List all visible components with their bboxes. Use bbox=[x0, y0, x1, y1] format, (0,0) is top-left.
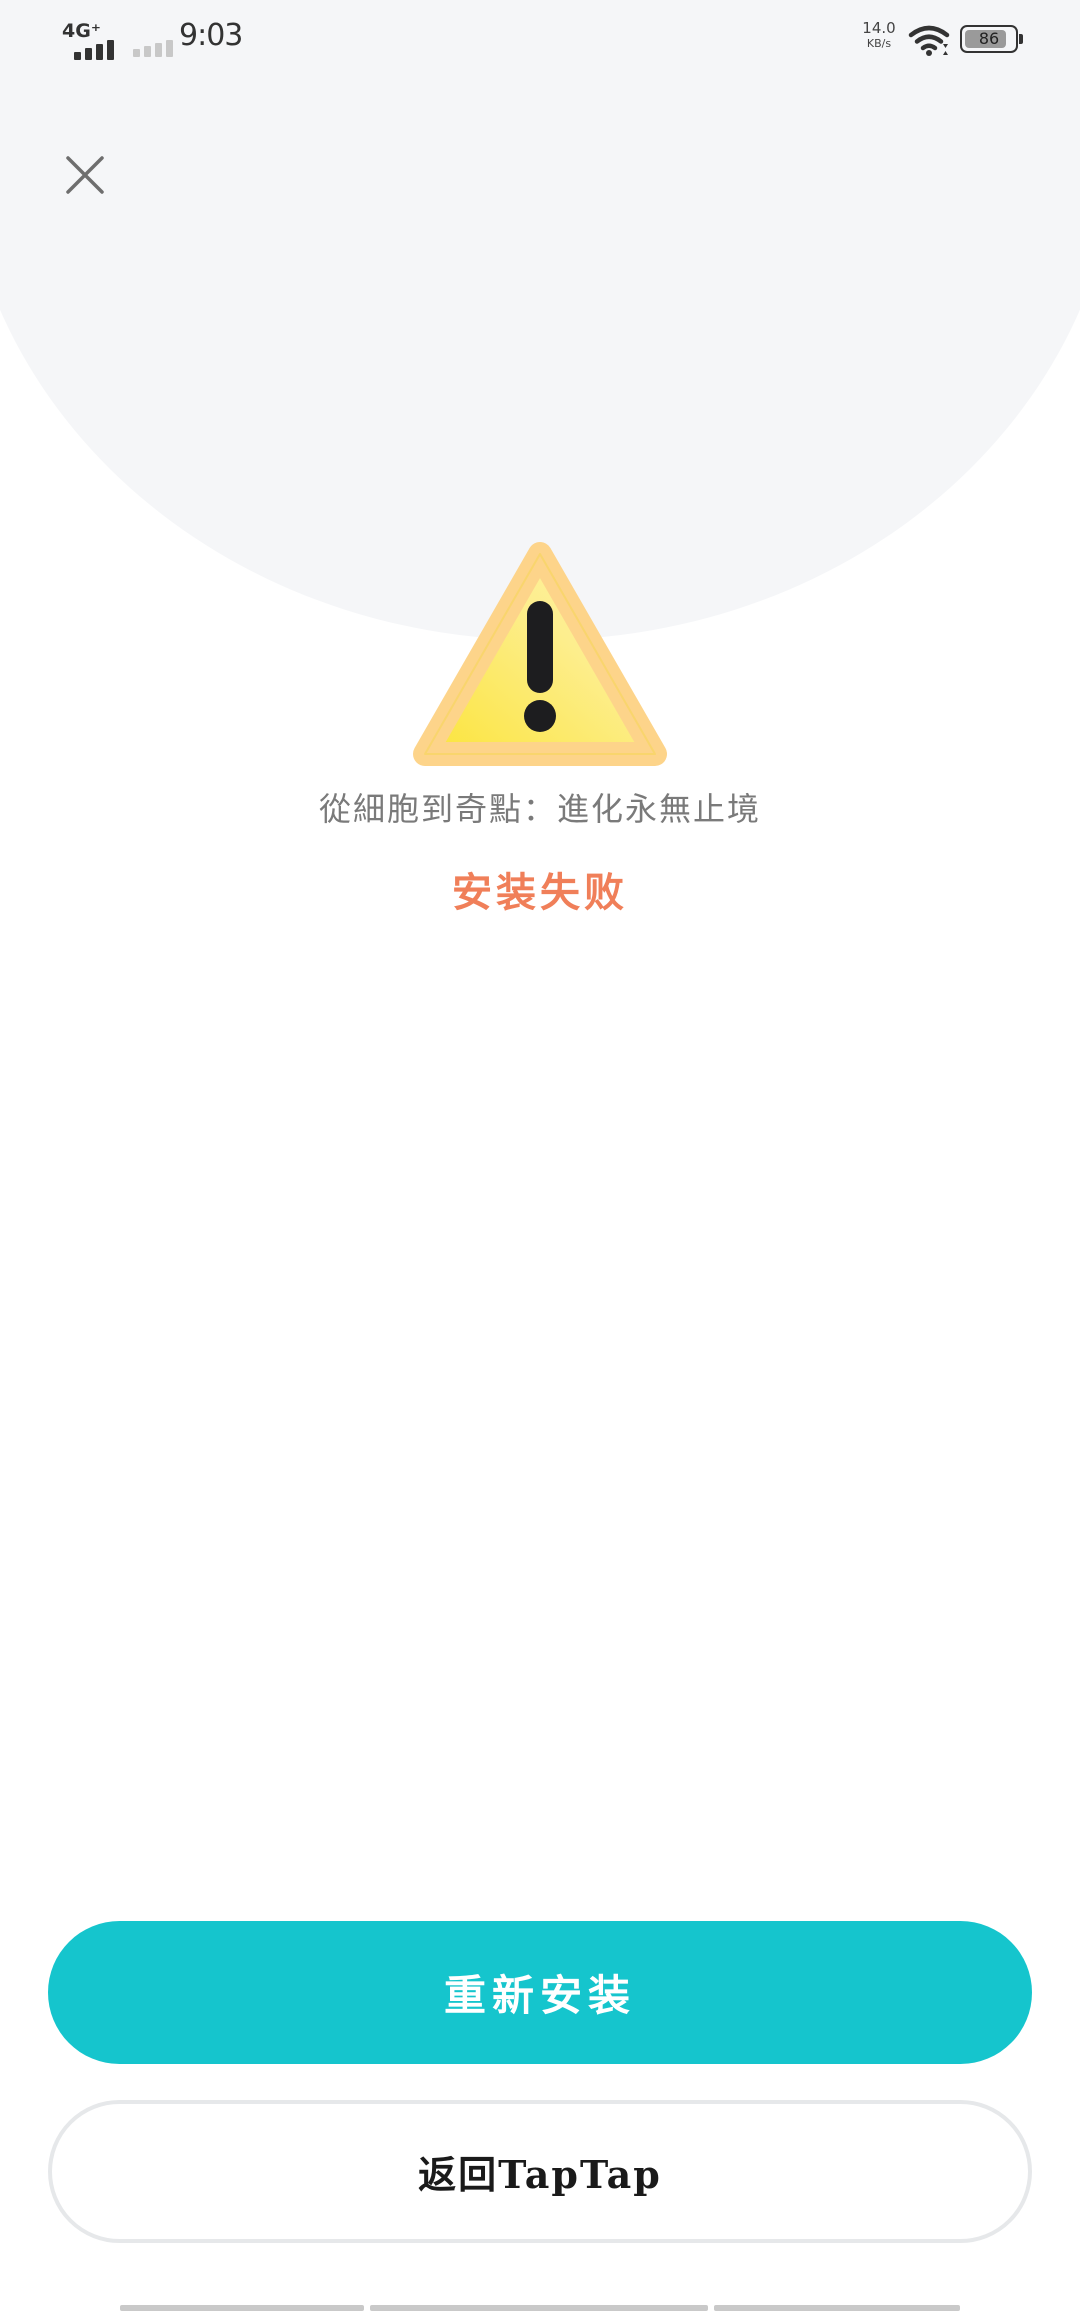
close-icon[interactable] bbox=[60, 150, 110, 200]
reinstall-button[interactable]: 重新安装 bbox=[48, 1921, 1032, 2064]
network-speed: 14.0 KB/s bbox=[862, 20, 896, 52]
nav-segment bbox=[120, 2305, 364, 2311]
network-speed-unit: KB/s bbox=[866, 37, 892, 50]
battery-level: 86 bbox=[978, 29, 1000, 48]
battery-icon: 86 bbox=[960, 25, 1018, 53]
status-bar: 4G⁺ 9:03 14.0 KB/s 86 bbox=[0, 0, 1080, 80]
nav-segment bbox=[370, 2305, 708, 2311]
wifi-icon bbox=[908, 25, 950, 56]
back-to-taptap-button[interactable]: 返回TapTap bbox=[48, 2100, 1032, 2243]
nav-segment bbox=[714, 2305, 960, 2311]
warning-triangle-icon bbox=[413, 542, 667, 766]
install-status-message: 安装失败 bbox=[452, 869, 628, 916]
app-name: 從細胞到奇點：進化永無止境 bbox=[318, 790, 761, 828]
battery-tip bbox=[1019, 34, 1023, 44]
clock: 9:03 bbox=[179, 18, 243, 53]
network-type: 4G⁺ bbox=[62, 20, 101, 42]
signal-strength-icon bbox=[74, 40, 114, 60]
network-speed-value: 14.0 bbox=[862, 19, 896, 37]
navigation-gesture-bar bbox=[120, 2305, 960, 2311]
signal-strength-secondary-icon bbox=[133, 40, 173, 57]
